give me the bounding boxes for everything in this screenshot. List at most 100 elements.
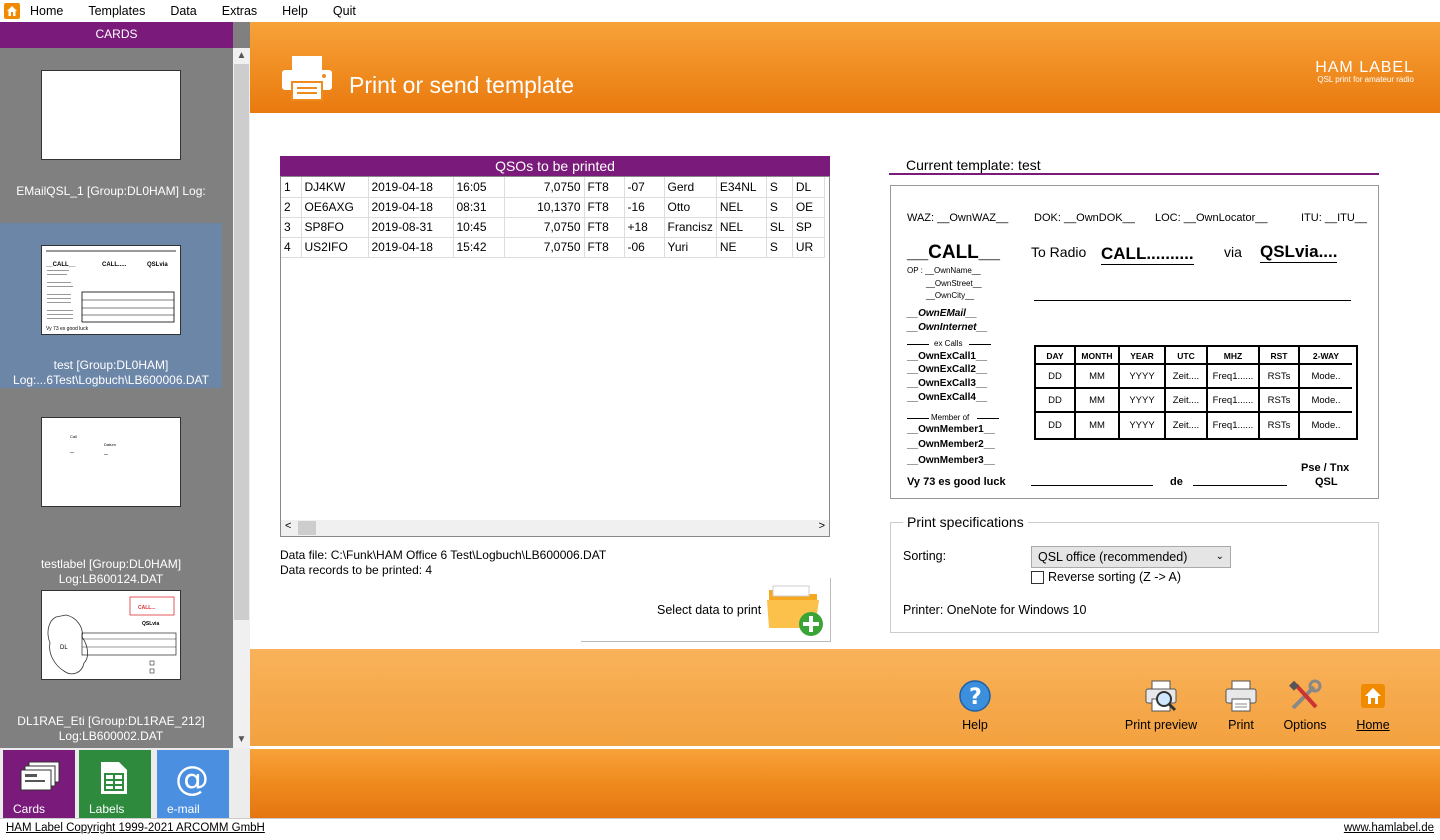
qso-row[interactable]: 2 OE6AXG 2019-04-18 08:31 10,1370 FT8 -16 Otto N…: [281, 197, 825, 218]
help-label: Help: [962, 718, 988, 732]
tmpl-member2: __OwnMember2__: [907, 439, 995, 450]
footer-banner: [250, 749, 1440, 818]
options-label: Options: [1283, 718, 1327, 732]
tmpl-grid-cell: RSTs: [1260, 413, 1300, 438]
tmpl-grid-cell: Mode..: [1300, 365, 1352, 389]
print-button[interactable]: Print: [1224, 679, 1258, 732]
qso-cell: Gerd: [664, 177, 717, 198]
select-data-button[interactable]: Select data to print: [581, 578, 831, 642]
tmpl-dok: DOK: __OwnDOK__: [1034, 212, 1135, 224]
home-button[interactable]: Home: [1355, 679, 1391, 732]
card-caption-log: Log:LB600002.DAT: [58, 729, 164, 743]
qso-list[interactable]: 1 DJ4KW 2019-04-18 16:05 7,0750 FT8 -07 Gerd E34…: [280, 176, 830, 537]
sidebar: CARDS EMailQSL_1 [Group:DL0HAM] Log: __C…: [0, 22, 250, 818]
qso-cell: Francisz: [664, 217, 717, 238]
qso-cell: 16:05: [453, 177, 505, 198]
sidebar-scrollbar[interactable]: ▲ ▼: [233, 48, 250, 748]
qso-cell: S: [766, 237, 793, 258]
status-bar: HAM Label Copyright 1999-2021 ARCOMM Gmb…: [0, 818, 1440, 840]
svg-text:Vy 73 es good luck: Vy 73 es good luck: [46, 326, 89, 332]
home-label: Home: [1356, 718, 1390, 732]
tmpl-excall3: __OwnExCall3__: [907, 378, 988, 389]
tmpl-grid-cell: Mode..: [1300, 389, 1352, 413]
qso-cell: DJ4KW: [301, 177, 369, 198]
qso-cell: +18: [624, 217, 665, 238]
menu-data[interactable]: Data: [158, 0, 209, 22]
qso-hscrollbar[interactable]: < >: [281, 520, 829, 536]
scroll-up-icon[interactable]: ▲: [233, 48, 250, 64]
tmpl-grid-cell: RSTs: [1260, 365, 1300, 389]
printer-icon: [1225, 680, 1257, 712]
tmpl-excalls-label: ex Calls: [934, 339, 963, 348]
qso-cell: 2019-04-18: [368, 197, 454, 218]
menu-extras[interactable]: Extras: [210, 0, 270, 22]
tab-labels[interactable]: Labels: [79, 750, 151, 818]
reverse-sorting-checkbox[interactable]: [1031, 571, 1044, 584]
qso-cell: -07: [624, 177, 665, 198]
card-item-emailqsl[interactable]: EMailQSL_1 [Group:DL0HAM] Log:: [0, 48, 222, 223]
action-toolbar: ? Help Print preview Print Options Home: [250, 649, 1440, 746]
qso-cell: 2: [281, 197, 302, 218]
options-button[interactable]: Options: [1283, 679, 1327, 732]
tmpl-rule: [977, 418, 999, 419]
tab-email[interactable]: @ e-mail: [157, 750, 229, 818]
tmpl-qslvia: QSLvia....: [1260, 242, 1338, 263]
tmpl-email: __OwnEMail__: [907, 308, 978, 319]
qso-row[interactable]: 3 SP8FO 2019-08-31 10:45 7,0750 FT8 +18 Francis…: [281, 217, 825, 238]
cards-header: CARDS: [0, 22, 233, 48]
tab-cards-label: Cards: [13, 802, 46, 816]
cards-icon: [20, 761, 60, 791]
qso-cell: 15:42: [453, 237, 505, 258]
template-preview: WAZ: __OwnWAZ__ DOK: __OwnDOK__ LOC: __O…: [890, 185, 1379, 499]
current-template-title: Current template: test: [906, 157, 1041, 173]
menu-home[interactable]: Home: [26, 0, 76, 22]
qso-cell: -06: [624, 237, 665, 258]
scroll-down-icon[interactable]: ▼: [233, 732, 250, 748]
brand-tagline: QSL print for amateur radio: [1317, 75, 1414, 84]
tmpl-grid-header: RST: [1260, 347, 1300, 365]
sorting-select[interactable]: QSL office (recommended) ⌄: [1031, 546, 1231, 568]
tmpl-grid-header: MONTH: [1076, 347, 1120, 365]
scrollbar-thumb[interactable]: [234, 64, 249, 620]
home-app-icon[interactable]: [4, 3, 20, 19]
tab-cards[interactable]: Cards: [3, 750, 75, 818]
print-specs-legend: Print specifications: [903, 514, 1028, 530]
tmpl-via: via: [1224, 244, 1242, 260]
qso-row[interactable]: 1 DJ4KW 2019-04-18 16:05 7,0750 FT8 -07 Gerd E34…: [281, 177, 825, 198]
at-sign-icon: @: [175, 760, 209, 796]
printer-icon: [282, 56, 332, 101]
qso-cell: 10,1370: [504, 197, 585, 218]
svg-text:CALL.....: CALL.....: [102, 262, 127, 268]
copyright-link[interactable]: HAM Label Copyright 1999-2021 ARCOMM Gmb…: [6, 822, 265, 834]
qso-cell: Yuri: [664, 237, 717, 258]
menu-help[interactable]: Help: [270, 0, 321, 22]
sorting-value: QSL office (recommended): [1038, 550, 1188, 564]
card-item-dl1rae[interactable]: DL CALL... QSLvia DL1RAE_Eti [Group:DL1R…: [0, 558, 222, 748]
menu-quit[interactable]: Quit: [321, 0, 369, 22]
menu-templates[interactable]: Templates: [76, 0, 158, 22]
website-link[interactable]: www.hamlabel.de: [1344, 822, 1434, 834]
scroll-left-icon[interactable]: <: [285, 520, 291, 532]
tmpl-grid-header: DAY: [1036, 347, 1076, 365]
sidebar-tabs: Cards Labels @ e-mail: [0, 748, 250, 818]
svg-text:Datum: Datum: [104, 442, 116, 447]
tmpl-signature-line: [1031, 485, 1153, 486]
qso-cell: NEL: [716, 217, 767, 238]
print-preview-button[interactable]: Print preview: [1124, 679, 1198, 732]
tmpl-internet: __OwnInternet__: [907, 322, 988, 333]
hscrollbar-thumb[interactable]: [298, 521, 316, 535]
scroll-right-icon[interactable]: >: [819, 520, 825, 532]
help-button[interactable]: ? Help: [956, 679, 994, 732]
qso-row[interactable]: 4 US2IFO 2019-04-18 15:42 7,0750 FT8 -06 Yuri NE…: [281, 237, 825, 258]
tmpl-grid-cell: DD: [1036, 413, 1076, 438]
qso-cell: 2019-04-18: [368, 177, 454, 198]
qso-cell: E34NL: [716, 177, 767, 198]
svg-text:Call: Call: [70, 434, 77, 439]
print-specifications: Print specifications Sorting: QSL office…: [890, 514, 1379, 633]
svg-text:CALL...: CALL...: [138, 605, 156, 611]
tmpl-grid-cell: Zeit....: [1166, 389, 1208, 413]
card-item-test[interactable]: __CALL__ CALL..... QSLvia Vy 73 es good …: [0, 223, 222, 388]
tmpl-excall1: __OwnExCall1__: [907, 351, 988, 362]
card-item-testlabel[interactable]: Call Datum testlabel [Group:DL0HAM] Log:…: [0, 388, 222, 586]
card-thumbnail: __CALL__ CALL..... QSLvia Vy 73 es good …: [41, 245, 181, 335]
